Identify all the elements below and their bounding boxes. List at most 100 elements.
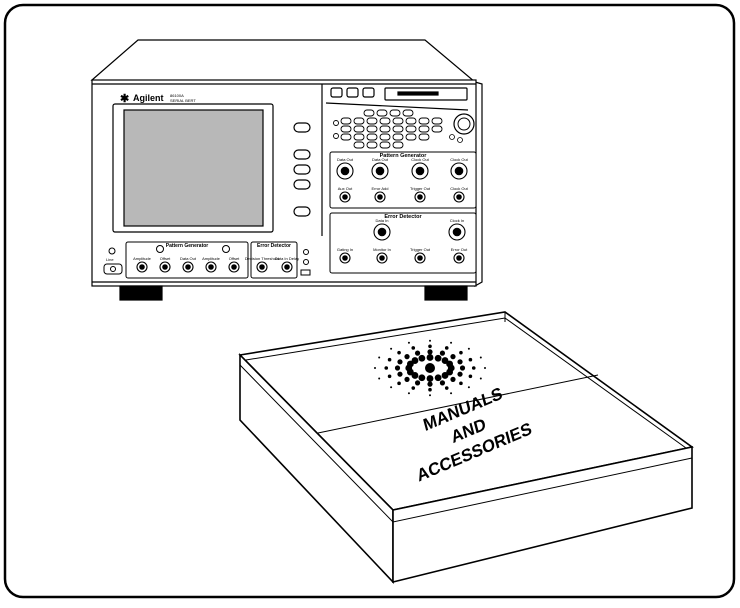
display-screen [123,109,264,227]
ed-aux-connector-core [379,255,385,261]
keypad-key[interactable] [340,117,352,125]
spark-dot [414,350,421,356]
spark-dot [467,386,470,389]
spark-dot [426,354,434,361]
keypad-key[interactable] [353,133,365,141]
lower-pattern-generator-title: Pattern Generator [166,243,209,249]
spark-dot [444,386,449,390]
keypad-key[interactable] [379,117,391,125]
keypad-key[interactable] [340,125,352,133]
lower-pg-connector-core [139,264,145,270]
spark-dot [471,366,476,370]
keypad-key[interactable] [340,133,352,141]
spark-dot [450,392,453,395]
keypad-key[interactable] [366,141,378,149]
keypad-key[interactable] [376,109,388,117]
spark-dot [479,377,482,380]
figure: ✱ Agilent 86100A SERIAL BERT Pattern Gen… [0,0,740,603]
keypad-key[interactable] [392,141,404,149]
spark-dot [407,341,410,344]
spark-dot [450,376,456,382]
instrument-foot-left [119,285,163,301]
softkey-2[interactable] [293,149,311,160]
keypad-key[interactable] [366,133,378,141]
keypad-key[interactable] [418,117,430,125]
softkey-4[interactable] [293,179,311,190]
lower-ed-label: Data In Delay [275,256,299,261]
spark-dot [387,374,392,379]
keypad-key[interactable] [405,117,417,125]
spark-dot [426,375,434,382]
keypad-key[interactable] [392,133,404,141]
keypad-key[interactable] [418,125,430,133]
spark-dot [390,386,393,389]
ed-aux-connector-core [417,255,423,261]
keypad-key[interactable] [431,125,443,133]
pg-aux-label: Error Add [372,186,389,191]
spark-dot [441,372,449,379]
brand-name: Agilent [133,93,164,103]
spark-dot [418,354,426,362]
spark-dot [378,356,381,359]
spark-dot [457,359,463,365]
keypad-key[interactable] [431,117,443,125]
spark-dot [397,350,401,355]
softkey-5[interactable] [293,206,311,217]
spark-dot [387,357,392,362]
lower-pg-connector-core [162,264,168,270]
keypad-key[interactable] [405,133,417,141]
spark-dot [450,354,456,360]
function-key-3[interactable] [362,87,375,98]
pg-output-connector-core [340,166,350,176]
keypad-key[interactable] [405,125,417,133]
keypad-key[interactable] [418,133,430,141]
keypad-key[interactable] [392,117,404,125]
pg-output-connector-core [375,166,385,176]
function-key-1[interactable] [330,87,343,98]
keypad-key[interactable] [392,125,404,133]
ed-input-label: Data In [376,218,389,223]
lower-pg-label: Data Out [180,256,197,261]
model-subtitle: SERIAL BERT [170,98,196,103]
keypad-key[interactable] [379,125,391,133]
spark-dot [467,347,470,350]
spark-dot [484,367,486,369]
ed-input-connector-core [377,227,387,237]
pg-output-label: Clock Out [411,157,429,162]
keypad-key[interactable] [353,141,365,149]
usb-port[interactable] [300,269,311,276]
keypad-key[interactable] [379,133,391,141]
ed-aux-label: Gating In [337,247,353,252]
pg-aux-connector-core [456,194,462,200]
lower-indicator-1 [156,245,164,253]
lower-pg-label: Offset [160,256,171,261]
keypad-key[interactable] [363,109,375,117]
spark-dot [404,376,410,382]
pg-output-connector-core [454,166,464,176]
spark-dot [429,394,431,397]
spark-dot [479,356,482,359]
keypad-key[interactable] [366,125,378,133]
spark-dot [378,377,381,380]
spark-dot [411,346,416,350]
spark-dot [414,380,421,386]
spark-dot [390,347,393,350]
ed-aux-label: Trigger Out [410,247,431,252]
spark-dot [468,357,473,362]
spark-dot [434,354,442,362]
spark-dot [397,381,401,386]
spark-dot [384,366,389,370]
keypad-key[interactable] [366,117,378,125]
keypad-key[interactable] [379,141,391,149]
keypad-key[interactable] [389,109,401,117]
function-key-2[interactable] [346,87,359,98]
keypad-key[interactable] [402,109,414,117]
softkey-1[interactable] [293,122,311,133]
lower-indicator-3 [303,249,309,255]
keypad-key[interactable] [353,125,365,133]
pg-output-label: Data Out [337,157,354,162]
spark-dot [428,387,432,392]
spark-dot [439,350,446,356]
softkey-3[interactable] [293,164,311,175]
keypad-key[interactable] [353,117,365,125]
